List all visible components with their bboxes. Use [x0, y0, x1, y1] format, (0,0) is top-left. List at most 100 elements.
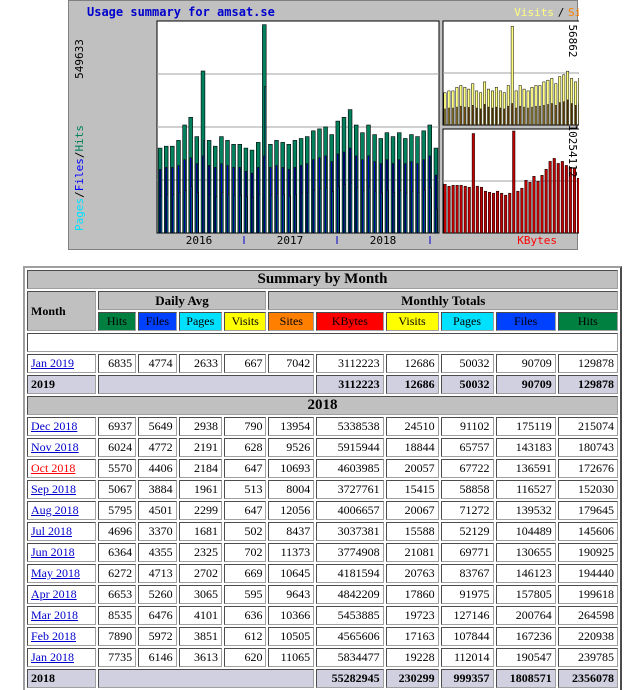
col-hits: Hits: [557, 312, 618, 331]
month-link[interactable]: Apr 2018: [31, 587, 77, 601]
pages-bar: [172, 194, 175, 234]
pages-bar: [387, 190, 389, 234]
kbytes-bar: [536, 181, 540, 234]
summary-title: Summary by Month: [27, 270, 618, 289]
cell-d-pages: 2702: [178, 564, 222, 583]
cell-hits: 179645: [557, 501, 618, 520]
month-link[interactable]: Dec 2018: [31, 419, 77, 433]
table-row: May 2018 6272 4713 2702 669 10645 4181594 20763…: [27, 564, 618, 583]
month-link[interactable]: Feb 2018: [31, 629, 76, 643]
cell-kbytes: 3774908: [316, 543, 384, 562]
pages-bar: [429, 187, 432, 234]
svg-text:Pages/Files/Hits: Pages/Files/Hits: [73, 125, 86, 231]
pages-bar: [325, 187, 328, 234]
kbytes-bar: [500, 192, 504, 234]
cell-d-hits: 5067: [97, 480, 137, 499]
kbytes-bar: [548, 161, 552, 234]
pages-bar: [276, 193, 279, 234]
month-link[interactable]: Jan 2018: [31, 650, 74, 664]
year-total-row: 2019 3112223 12686 50032 90709 129878: [27, 375, 618, 394]
chart-title: Usage summary for amsat.se: [87, 5, 275, 19]
cell-d-pages: 3613: [178, 648, 222, 667]
cell-d-visits: 636: [223, 606, 267, 625]
month-link[interactable]: Oct 2018: [31, 461, 75, 475]
legend-files: Files: [73, 158, 86, 191]
month-link[interactable]: Mar 2018: [31, 608, 78, 622]
cell-d-pages: 2184: [178, 459, 222, 478]
month-link[interactable]: Jun 2018: [31, 545, 75, 559]
table-row: Jun 2018 6364 4355 2325 702 11373 3774908 21081…: [27, 543, 618, 562]
month-link[interactable]: Aug 2018: [31, 503, 79, 517]
left-legend: Pages/Files/Hits: [73, 125, 86, 231]
pages-bar: [393, 192, 395, 234]
cell-sites: 8004: [268, 480, 315, 499]
kbytes-bar: [488, 191, 492, 234]
month-link[interactable]: Jan 2019: [31, 356, 74, 370]
total-kbytes: 55282945: [316, 669, 384, 688]
cell-kbytes: 4565606: [316, 627, 384, 646]
sites-bar: [563, 101, 565, 126]
col-daily-visits: Visits: [223, 312, 267, 331]
cell-visits: 15415: [385, 480, 439, 499]
kbytes-ymax-label: 10254112: [566, 125, 579, 178]
summary-table: Summary by Month Month Daily Avg Monthly…: [23, 266, 622, 690]
pages-bar: [319, 188, 322, 234]
legend-separator: /: [558, 6, 565, 19]
sites-bar: [566, 99, 569, 126]
sites-bar: [507, 105, 509, 126]
sites-bar: [559, 102, 561, 126]
sites-bar: [515, 107, 517, 126]
kbytes-bar: [528, 182, 532, 234]
cell-visits: 24510: [385, 417, 439, 436]
cell-kbytes: 5915944: [316, 438, 384, 457]
table-row: Jan 2019 6835 4774 2633 667 7042 3112223 12686 5…: [27, 354, 618, 373]
cell-sites: 11065: [268, 648, 315, 667]
month-link[interactable]: May 2018: [31, 566, 80, 580]
cell-sites: 8437: [268, 522, 315, 541]
col-daily-files: Files: [138, 312, 177, 331]
cell-d-hits: 6024: [97, 438, 137, 457]
month-link[interactable]: Nov 2018: [31, 440, 79, 454]
cell-d-hits: 6272: [97, 564, 137, 583]
cell-d-files: 4406: [138, 459, 177, 478]
cell-d-pages: 3065: [178, 585, 222, 604]
table-row: Nov 2018 6024 4772 2191 628 9526 5915944 18844 6…: [27, 438, 618, 457]
total-pages: 999357: [440, 669, 494, 688]
col-visits: Visits: [385, 312, 439, 331]
cell-hits: 264598: [557, 606, 618, 625]
total-visits: 12686: [385, 375, 439, 394]
monthly-totals-header: Monthly Totals: [268, 291, 618, 310]
cell-files: 136591: [495, 459, 556, 478]
cell-pages: 127146: [440, 606, 494, 625]
sites-bar: [460, 105, 462, 126]
legend-visits: Visits: [514, 6, 554, 19]
month-column-header: Month: [27, 291, 96, 331]
kbytes-bar: [544, 169, 548, 234]
pages-bar: [301, 192, 303, 234]
pages-bar: [411, 191, 414, 234]
cell-d-visits: 595: [223, 585, 267, 604]
cell-d-pages: 2299: [178, 501, 222, 520]
cell-d-pages: 2325: [178, 543, 222, 562]
table-row: Jul 2018 4696 3370 1681 502 8437 3037381 15588 5…: [27, 522, 618, 541]
total-files: 1808571: [495, 669, 556, 688]
month-link[interactable]: Sep 2018: [31, 482, 76, 496]
sites-bar: [491, 107, 494, 126]
cell-sites: 9526: [268, 438, 315, 457]
sites-bar: [570, 103, 573, 126]
sites-bar: [531, 106, 533, 126]
pages-bar: [190, 186, 193, 234]
cell-sites: 10366: [268, 606, 315, 625]
x-tick-label: 2017: [277, 234, 304, 247]
total-hits: 2356078: [557, 669, 618, 688]
pages-bar: [184, 190, 187, 234]
cell-files: 157805: [495, 585, 556, 604]
sites-bar: [468, 107, 470, 126]
table-row: Jan 2018 7735 6146 3613 620 11065 5834477 19228…: [27, 648, 618, 667]
year-total-label: 2019: [27, 375, 96, 394]
month-link[interactable]: Jul 2018: [31, 524, 72, 538]
cell-hits: 180743: [557, 438, 618, 457]
cell-hits: 220938: [557, 627, 618, 646]
cell-hits: 239785: [557, 648, 618, 667]
cell-kbytes: 4603985: [316, 459, 384, 478]
